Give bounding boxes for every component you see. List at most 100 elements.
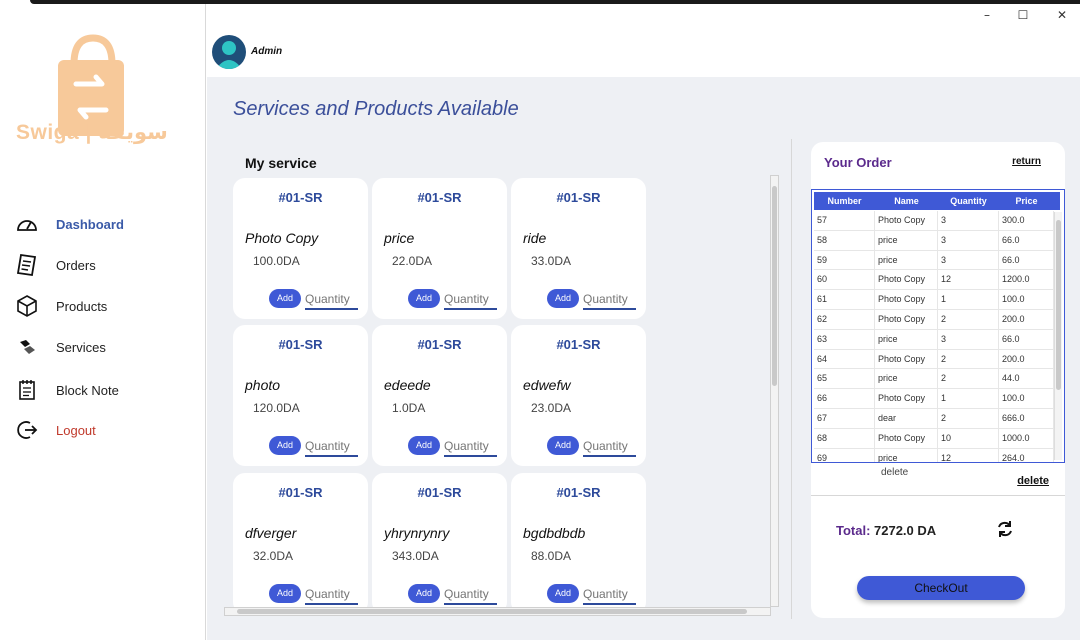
service-card: #01-SR photo 120.0DA Add bbox=[233, 325, 368, 466]
table-cell: Photo Copy bbox=[875, 290, 938, 309]
quantity-input[interactable] bbox=[444, 292, 497, 310]
column-header[interactable]: Number bbox=[814, 192, 875, 210]
sidebar-item-dashboard[interactable]: Dashboard bbox=[14, 212, 194, 236]
add-button[interactable]: Add bbox=[408, 584, 440, 603]
add-button[interactable]: Add bbox=[269, 436, 301, 455]
table-cell: 59 bbox=[814, 250, 875, 270]
service-card: #01-SR ride 33.0DA Add bbox=[511, 178, 646, 319]
table-row[interactable]: 68 Photo Copy 10 1000.0 bbox=[814, 428, 1054, 449]
horizontal-scrollbar[interactable] bbox=[224, 607, 771, 616]
add-button[interactable]: Add bbox=[547, 436, 579, 455]
notepad-icon bbox=[14, 378, 40, 402]
minimize-button[interactable]: – bbox=[977, 8, 997, 22]
section-title: My service bbox=[245, 155, 317, 171]
service-code: #01-SR bbox=[278, 485, 323, 500]
services-grid: My service #01-SRPhoto Copy100.0DAAdd#01… bbox=[225, 151, 787, 621]
sidebar-item-logout[interactable]: Logout bbox=[14, 418, 194, 442]
column-header[interactable]: Quantity bbox=[938, 192, 999, 210]
quantity-input[interactable] bbox=[583, 439, 636, 457]
checkout-button[interactable]: CheckOut bbox=[857, 576, 1025, 600]
sidebar-item-orders[interactable]: Orders bbox=[14, 253, 194, 277]
quantity-input[interactable] bbox=[583, 292, 636, 310]
sidebar-item-services[interactable]: Services bbox=[14, 335, 194, 359]
column-header[interactable]: Price bbox=[999, 192, 1054, 210]
add-button[interactable]: Add bbox=[269, 289, 301, 308]
service-card: #01-SR yhrynrynry 343.0DA Add bbox=[372, 473, 507, 614]
service-price: 343.0DA bbox=[392, 549, 439, 563]
table-cell: Photo Copy bbox=[875, 310, 938, 329]
table-cell: 2 bbox=[938, 310, 999, 329]
table-row[interactable]: 69 price 12 264.0 bbox=[814, 448, 1054, 462]
sidebar-item-products[interactable]: Products bbox=[14, 294, 194, 318]
table-cell: 1 bbox=[938, 389, 999, 408]
add-button[interactable]: Add bbox=[547, 584, 579, 603]
table-row[interactable]: 64 Photo Copy 2 200.0 bbox=[814, 349, 1054, 370]
add-button[interactable]: Add bbox=[269, 584, 301, 603]
table-row[interactable]: 58 price 3 66.0 bbox=[814, 230, 1054, 251]
table-row[interactable]: 63 price 3 66.0 bbox=[814, 329, 1054, 350]
avatar[interactable] bbox=[212, 35, 246, 69]
table-cell: 66.0 bbox=[999, 329, 1054, 349]
sidebar-item-label: Dashboard bbox=[56, 216, 124, 232]
table-row[interactable]: 61 Photo Copy 1 100.0 bbox=[814, 290, 1054, 310]
divider bbox=[791, 139, 792, 619]
add-button[interactable]: Add bbox=[547, 289, 579, 308]
quantity-input[interactable] bbox=[444, 587, 497, 605]
sidebar-item-label: Block Note bbox=[56, 382, 119, 398]
table-row[interactable]: 67 dear 2 666.0 bbox=[814, 409, 1054, 429]
table-cell: Photo Copy bbox=[875, 389, 938, 408]
quantity-input[interactable] bbox=[305, 292, 358, 310]
sidebar-item-block-note[interactable]: Block Note bbox=[14, 378, 194, 402]
table-cell: Photo Copy bbox=[875, 349, 938, 369]
service-code: #01-SR bbox=[556, 337, 601, 352]
table-cell: 68 bbox=[814, 428, 875, 448]
table-cell: 57 bbox=[814, 211, 875, 230]
service-card: #01-SR dfverger 32.0DA Add bbox=[233, 473, 368, 614]
total-label: Total: bbox=[836, 523, 871, 538]
main-content: Services and Products Available My servi… bbox=[207, 77, 1080, 640]
service-card: #01-SR edwefw 23.0DA Add bbox=[511, 325, 646, 466]
table-scrollbar[interactable] bbox=[1054, 212, 1062, 460]
box-icon bbox=[14, 294, 40, 318]
return-link[interactable]: return bbox=[1012, 156, 1041, 167]
table-cell: 2 bbox=[938, 409, 999, 428]
table-cell: 200.0 bbox=[999, 349, 1054, 369]
order-title: Your Order bbox=[824, 155, 892, 170]
close-button[interactable]: ✕ bbox=[1052, 8, 1072, 22]
table-row[interactable]: 57 Photo Copy 3 300.0 bbox=[814, 211, 1054, 231]
quantity-input[interactable] bbox=[583, 587, 636, 605]
service-card: #01-SR price 22.0DA Add bbox=[372, 178, 507, 319]
brand-name: Swiga | سويقة bbox=[16, 121, 168, 144]
handshake-icon bbox=[14, 335, 40, 359]
quantity-input[interactable] bbox=[305, 439, 358, 457]
table-cell: 300.0 bbox=[999, 211, 1054, 230]
table-cell: dear bbox=[875, 409, 938, 428]
table-cell: 100.0 bbox=[999, 389, 1054, 408]
refresh-icon[interactable] bbox=[995, 519, 1015, 539]
table-row[interactable]: 60 Photo Copy 12 1200.0 bbox=[814, 270, 1054, 291]
delete-button[interactable]: delete bbox=[1017, 475, 1049, 487]
table-cell: 2 bbox=[938, 349, 999, 369]
service-code: #01-SR bbox=[417, 337, 462, 352]
quantity-input[interactable] bbox=[305, 587, 358, 605]
add-button[interactable]: Add bbox=[408, 289, 440, 308]
quantity-input[interactable] bbox=[444, 439, 497, 457]
add-button[interactable]: Add bbox=[408, 436, 440, 455]
table-row[interactable]: 66 Photo Copy 1 100.0 bbox=[814, 389, 1054, 409]
table-cell: 61 bbox=[814, 290, 875, 309]
vertical-scrollbar[interactable] bbox=[770, 175, 779, 607]
table-cell: 10 bbox=[938, 428, 999, 448]
service-price: 88.0DA bbox=[531, 549, 572, 563]
table-cell: 62 bbox=[814, 310, 875, 329]
table-row[interactable]: 65 price 2 44.0 bbox=[814, 369, 1054, 390]
service-name: yhrynrynry bbox=[384, 525, 450, 541]
service-name: Photo Copy bbox=[245, 230, 319, 246]
table-row[interactable]: 62 Photo Copy 2 200.0 bbox=[814, 310, 1054, 330]
table-cell: price bbox=[875, 230, 938, 250]
table-row[interactable]: 59 price 3 66.0 bbox=[814, 250, 1054, 271]
service-name: ride bbox=[523, 230, 547, 246]
service-price: 120.0DA bbox=[253, 401, 300, 415]
service-code: #01-SR bbox=[417, 190, 462, 205]
maximize-button[interactable]: ☐ bbox=[1013, 8, 1033, 22]
column-header[interactable]: Name bbox=[875, 192, 938, 210]
